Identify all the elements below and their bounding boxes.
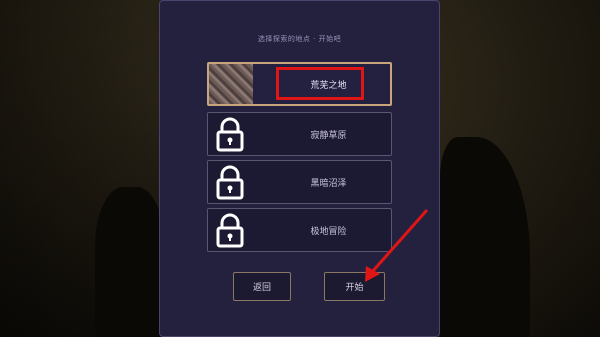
panel-header: 选择探索的地点 · 开始吧 [257, 35, 342, 43]
location-slot-grassland[interactable]: 寂静草原 [207, 112, 392, 156]
lock-icon [216, 117, 244, 152]
location-slot-polar[interactable]: 极地冒险 [207, 208, 392, 252]
selection-highlight-box [276, 67, 364, 100]
location-name: 极地冒险 [310, 226, 347, 237]
location-name: 寂静草原 [310, 130, 347, 141]
location-thumbnail [209, 64, 253, 104]
bush-silhouette-left [95, 187, 165, 337]
location-slot-swamp[interactable]: 黑暗沼泽 [207, 160, 392, 204]
lock-icon [216, 213, 244, 248]
start-button[interactable]: 开始 [324, 272, 385, 301]
back-button[interactable]: 返回 [233, 272, 291, 301]
location-name: 黑暗沼泽 [310, 178, 347, 189]
lock-icon [216, 165, 244, 200]
